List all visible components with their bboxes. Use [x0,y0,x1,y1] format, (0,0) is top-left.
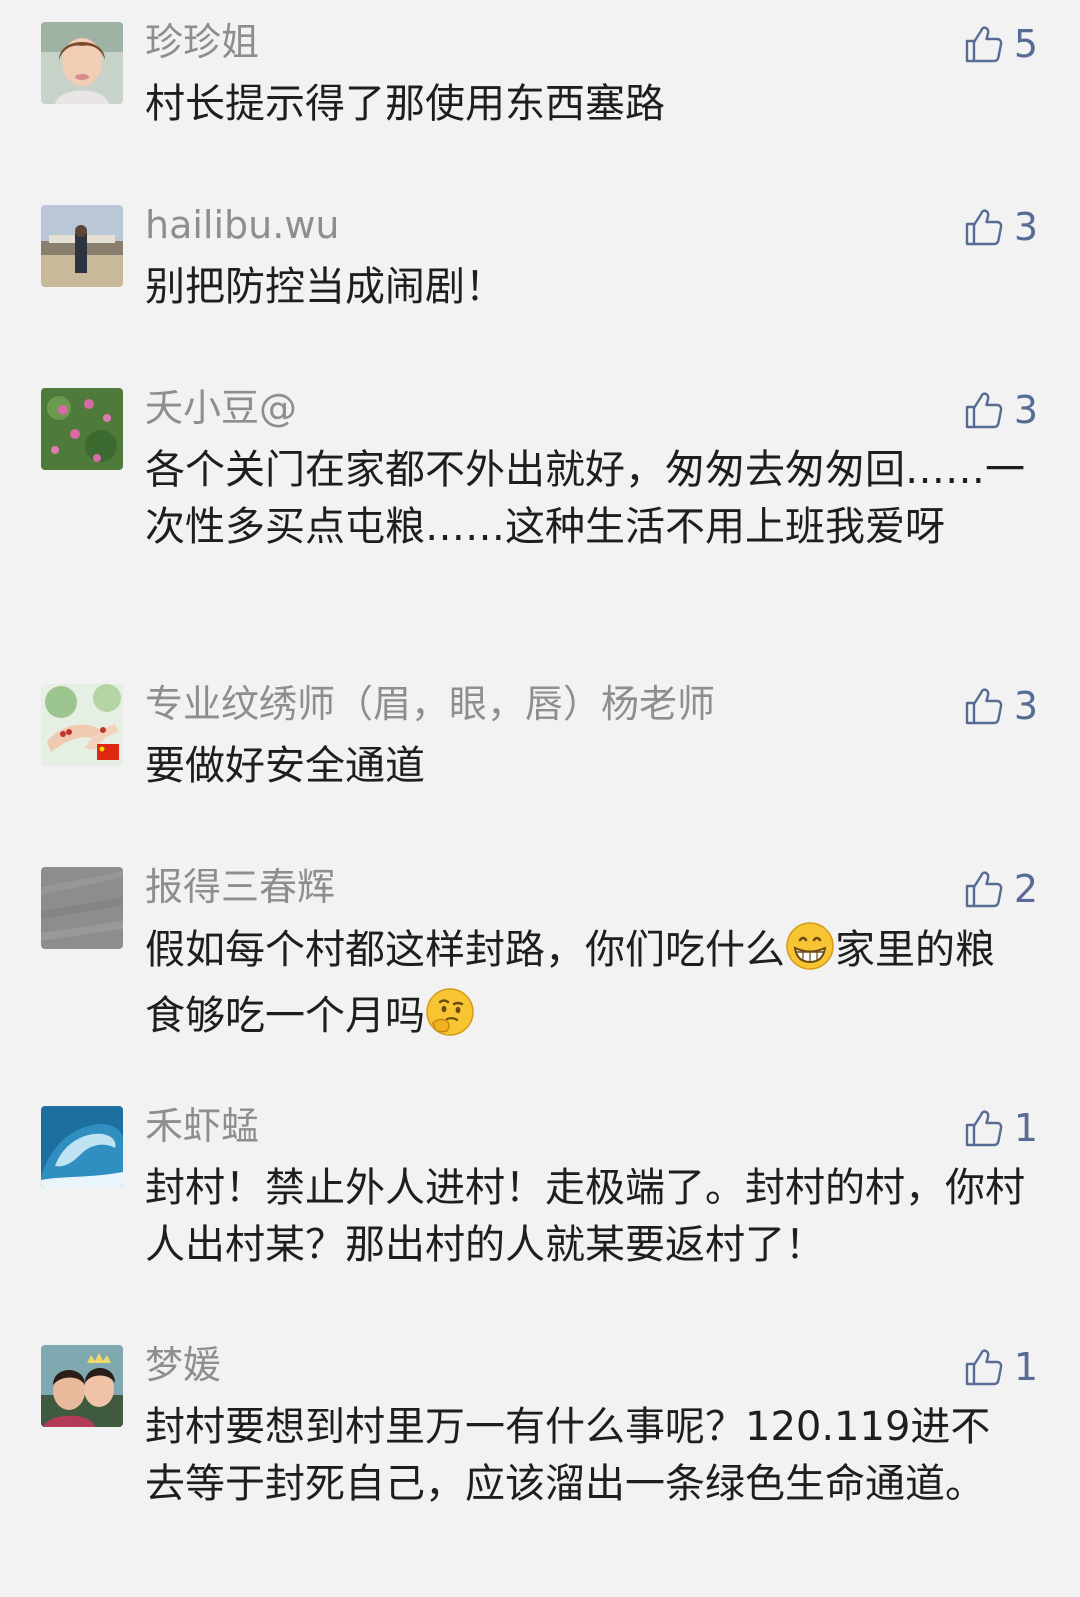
avatar[interactable] [41,867,123,949]
thumbs-up-icon [964,207,1004,247]
comment-author[interactable]: 夭小豆@ [145,386,297,430]
like-count: 3 [1013,684,1038,728]
thumbs-up-icon [964,1108,1004,1148]
like-button[interactable]: 3 [964,388,1038,432]
comment-text: 假如每个村都这样封路，你们吃什么 家里的粮食够吃一个月吗 [145,921,1025,1053]
like-button[interactable]: 3 [964,205,1038,249]
thumbs-up-icon [964,686,1004,726]
thinking-face-emoji [425,987,475,1053]
comment-author[interactable]: 梦媛 [145,1343,221,1387]
like-button[interactable]: 1 [964,1106,1038,1150]
like-count: 2 [1013,867,1038,911]
comment-text: 封村要想到村里万一有什么事呢？120.119进不去等于封死自己，应该溜出一条绿色… [145,1404,991,1507]
like-button[interactable]: 5 [964,22,1038,66]
like-button[interactable]: 2 [964,867,1038,911]
comment-text: 别把防控当成闹剧！ [145,264,505,310]
comment-text: 要做好安全通道 [145,743,425,789]
thumbs-up-icon [964,869,1004,909]
thumbs-up-icon [964,390,1004,430]
avatar[interactable] [41,388,123,470]
like-button[interactable]: 3 [964,684,1038,728]
avatar[interactable] [41,205,123,287]
comment-text: 村长提示得了那使用东西塞路 [145,81,665,127]
comment-text: 各个关门在家都不外出就好，匆匆去匆匆回……一次性多买点屯粮……这种生活不用上班我… [145,447,1025,550]
like-button[interactable]: 1 [964,1345,1038,1389]
comment-author[interactable]: hailibu.wu [145,203,340,247]
like-count: 3 [1013,388,1038,432]
like-count: 3 [1013,205,1038,249]
avatar[interactable] [41,22,123,104]
thumbs-up-icon [964,24,1004,64]
grinning-face-emoji [785,921,835,987]
comment-text-part: 假如每个村都这样封路，你们吃什么 [145,927,785,973]
comment-author[interactable]: 珍珍姐 [145,20,259,64]
avatar[interactable] [41,1106,123,1188]
like-count: 1 [1013,1106,1038,1150]
avatar[interactable] [41,684,123,766]
thumbs-up-icon [964,1347,1004,1387]
comment-author[interactable]: 专业纹绣师（眉，眼，唇）杨老师 [145,682,715,726]
avatar[interactable] [41,1345,123,1427]
comment-text: 封村！禁止外人进村！走极端了。封村的村，你村人出村某？那出村的人就某要返村了！ [145,1165,1025,1268]
china-flag-icon [97,744,119,760]
like-count: 1 [1013,1345,1038,1389]
comment-author[interactable]: 报得三春辉 [145,865,335,909]
comment-author[interactable]: 禾虾蜢 [145,1104,259,1148]
like-count: 5 [1013,22,1038,66]
